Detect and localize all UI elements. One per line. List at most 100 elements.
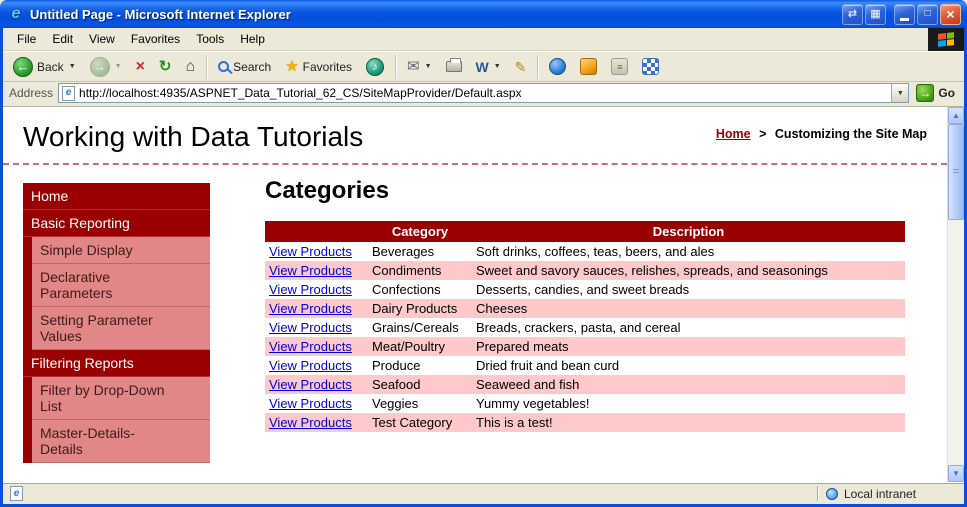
sidebar-item-label: Declarative Parameters (40, 269, 113, 301)
categories-table: Category Description View Products Bever… (265, 221, 905, 432)
view-products-link[interactable]: View Products (269, 301, 352, 316)
scrollbar-thumb[interactable] (948, 124, 964, 220)
description-cell: Cheeses (476, 301, 528, 316)
quick-launch-button[interactable] (636, 55, 665, 78)
home-icon: ⌂ (185, 57, 196, 75)
research-icon: ≡ (611, 58, 629, 75)
go-button[interactable]: → Go (914, 83, 960, 103)
menu-view[interactable]: View (81, 29, 123, 49)
view-products-link[interactable]: View Products (269, 377, 352, 392)
address-input[interactable]: e http://localhost:4935/ASPNET_Data_Tuto… (58, 83, 910, 103)
table-row: View Products Produce Dried fruit and be… (265, 356, 905, 375)
sidebar-item-filter-by-dropdown-list[interactable]: Filter by Drop-Down List (23, 377, 210, 420)
back-icon: ← (13, 56, 33, 77)
maximize-button[interactable]: □ (917, 3, 938, 25)
address-url: http://localhost:4935/ASPNET_Data_Tutori… (79, 86, 522, 100)
address-bar: Address e http://localhost:4935/ASPNET_D… (3, 82, 964, 107)
menu-favorites[interactable]: Favorites (123, 29, 188, 49)
menu-bar: File Edit View Favorites Tools Help (3, 27, 964, 51)
table-row: View Products Meat/Poultry Prepared meat… (265, 337, 905, 356)
search-icon (218, 61, 230, 72)
forward-icon: → (89, 56, 110, 77)
monitor-button[interactable]: ▦ (865, 3, 886, 25)
category-cell: Dairy Products (372, 301, 458, 316)
sidebar-item-label: Basic Reporting (31, 215, 130, 231)
messenger-button[interactable] (543, 55, 572, 78)
go-label: Go (938, 86, 955, 100)
view-products-link[interactable]: View Products (269, 396, 352, 411)
mail-button[interactable]: ✉ ▼ (401, 56, 438, 77)
status-divider (817, 486, 818, 501)
menu-edit[interactable]: Edit (44, 29, 81, 49)
favorites-icon: ★ (285, 58, 299, 75)
home-button[interactable]: ⌂ (179, 56, 201, 78)
menu-help[interactable]: Help (232, 29, 273, 49)
edit-with-word-button[interactable]: W ▼ (470, 57, 507, 77)
table-row: View Products Dairy Products Cheeses (265, 299, 905, 318)
sidebar-item-basic-reporting[interactable]: Basic Reporting (23, 210, 210, 237)
research-button[interactable]: ≡ (605, 55, 634, 78)
screen-toggle-button[interactable]: ⇄ (842, 3, 863, 25)
web-page: Working with Data Tutorials Home > Custo… (3, 107, 947, 482)
sidebar-item-filtering-reports[interactable]: Filtering Reports (23, 350, 210, 377)
print-button[interactable] (440, 58, 468, 75)
sidebar-item-label: Filter by Drop-Down List (40, 382, 165, 414)
close-button[interactable]: × (940, 3, 961, 25)
vertical-scrollbar[interactable]: ▲ ▼ (947, 107, 964, 482)
category-cell: Meat/Poultry (372, 339, 445, 354)
table-header-category: Category (368, 221, 472, 242)
back-dropdown-icon[interactable]: ▼ (69, 63, 76, 70)
word-dropdown-icon[interactable]: ▼ (494, 63, 501, 70)
scroll-up-button[interactable]: ▲ (948, 107, 964, 124)
sidebar-item-setting-parameter-values[interactable]: Setting Parameter Values (23, 307, 210, 350)
menu-tools[interactable]: Tools (188, 29, 232, 49)
go-icon: → (916, 84, 935, 102)
scroll-down-button[interactable]: ▼ (948, 465, 964, 482)
description-cell: Desserts, candies, and sweet breads (476, 282, 690, 297)
back-button[interactable]: ← Back ▼ (7, 54, 82, 80)
sidebar-item-label: Setting Parameter Values (40, 312, 153, 344)
favorites-button[interactable]: ★ Favorites (279, 56, 358, 77)
view-products-link[interactable]: View Products (269, 282, 352, 297)
view-products-link[interactable]: View Products (269, 415, 352, 430)
table-header-blank (265, 221, 368, 242)
address-dropdown-button[interactable]: ▼ (891, 84, 909, 102)
word-icon: W (475, 58, 489, 75)
sidebar-item-home[interactable]: Home (23, 183, 210, 210)
view-products-link[interactable]: View Products (269, 339, 352, 354)
category-cell: Beverages (372, 244, 435, 259)
minimize-button[interactable] (894, 3, 915, 25)
table-row: View Products Confections Desserts, cand… (265, 280, 905, 299)
sidebar-item-master-details-details[interactable]: Master-Details-Details (23, 420, 210, 463)
categories-heading: Categories (265, 177, 390, 204)
mail-icon: ✉ (407, 58, 420, 75)
toolbar-separator (395, 54, 396, 79)
description-cell: Yummy vegetables! (476, 396, 590, 411)
address-label: Address (9, 86, 54, 100)
sidebar-item-simple-display[interactable]: Simple Display (23, 237, 210, 264)
table-row: View Products Condiments Sweet and savor… (265, 261, 905, 280)
category-cell: Seafood (372, 377, 421, 392)
mail-dropdown-icon[interactable]: ▼ (425, 63, 432, 70)
forward-button[interactable]: → ▼ (84, 54, 128, 80)
edit-button[interactable]: ✎ (509, 57, 533, 77)
msn-button[interactable] (574, 55, 603, 78)
status-pane-zone: Local intranet (821, 487, 961, 501)
view-products-link[interactable]: View Products (269, 358, 352, 373)
breadcrumb-home-link[interactable]: Home (716, 127, 751, 141)
forward-dropdown-icon: ▼ (114, 63, 122, 70)
sidebar-item-declarative-parameters[interactable]: Declarative Parameters (23, 264, 210, 307)
search-button[interactable]: Search (212, 57, 277, 77)
refresh-button[interactable]: ↻ (153, 56, 178, 77)
media-button[interactable]: ♪ (360, 55, 390, 79)
window-controls: ⇄ ▦ □ × (842, 3, 961, 25)
menu-file[interactable]: File (9, 29, 44, 49)
table-row: View Products Grains/Cereals Breads, cra… (265, 318, 905, 337)
stop-icon: × (135, 57, 145, 75)
view-products-link[interactable]: View Products (269, 320, 352, 335)
scrollbar-track[interactable] (948, 124, 964, 465)
view-products-link[interactable]: View Products (269, 244, 352, 259)
stop-button[interactable]: × (130, 56, 151, 78)
view-products-link[interactable]: View Products (269, 263, 352, 278)
description-cell: Dried fruit and bean curd (476, 358, 620, 373)
